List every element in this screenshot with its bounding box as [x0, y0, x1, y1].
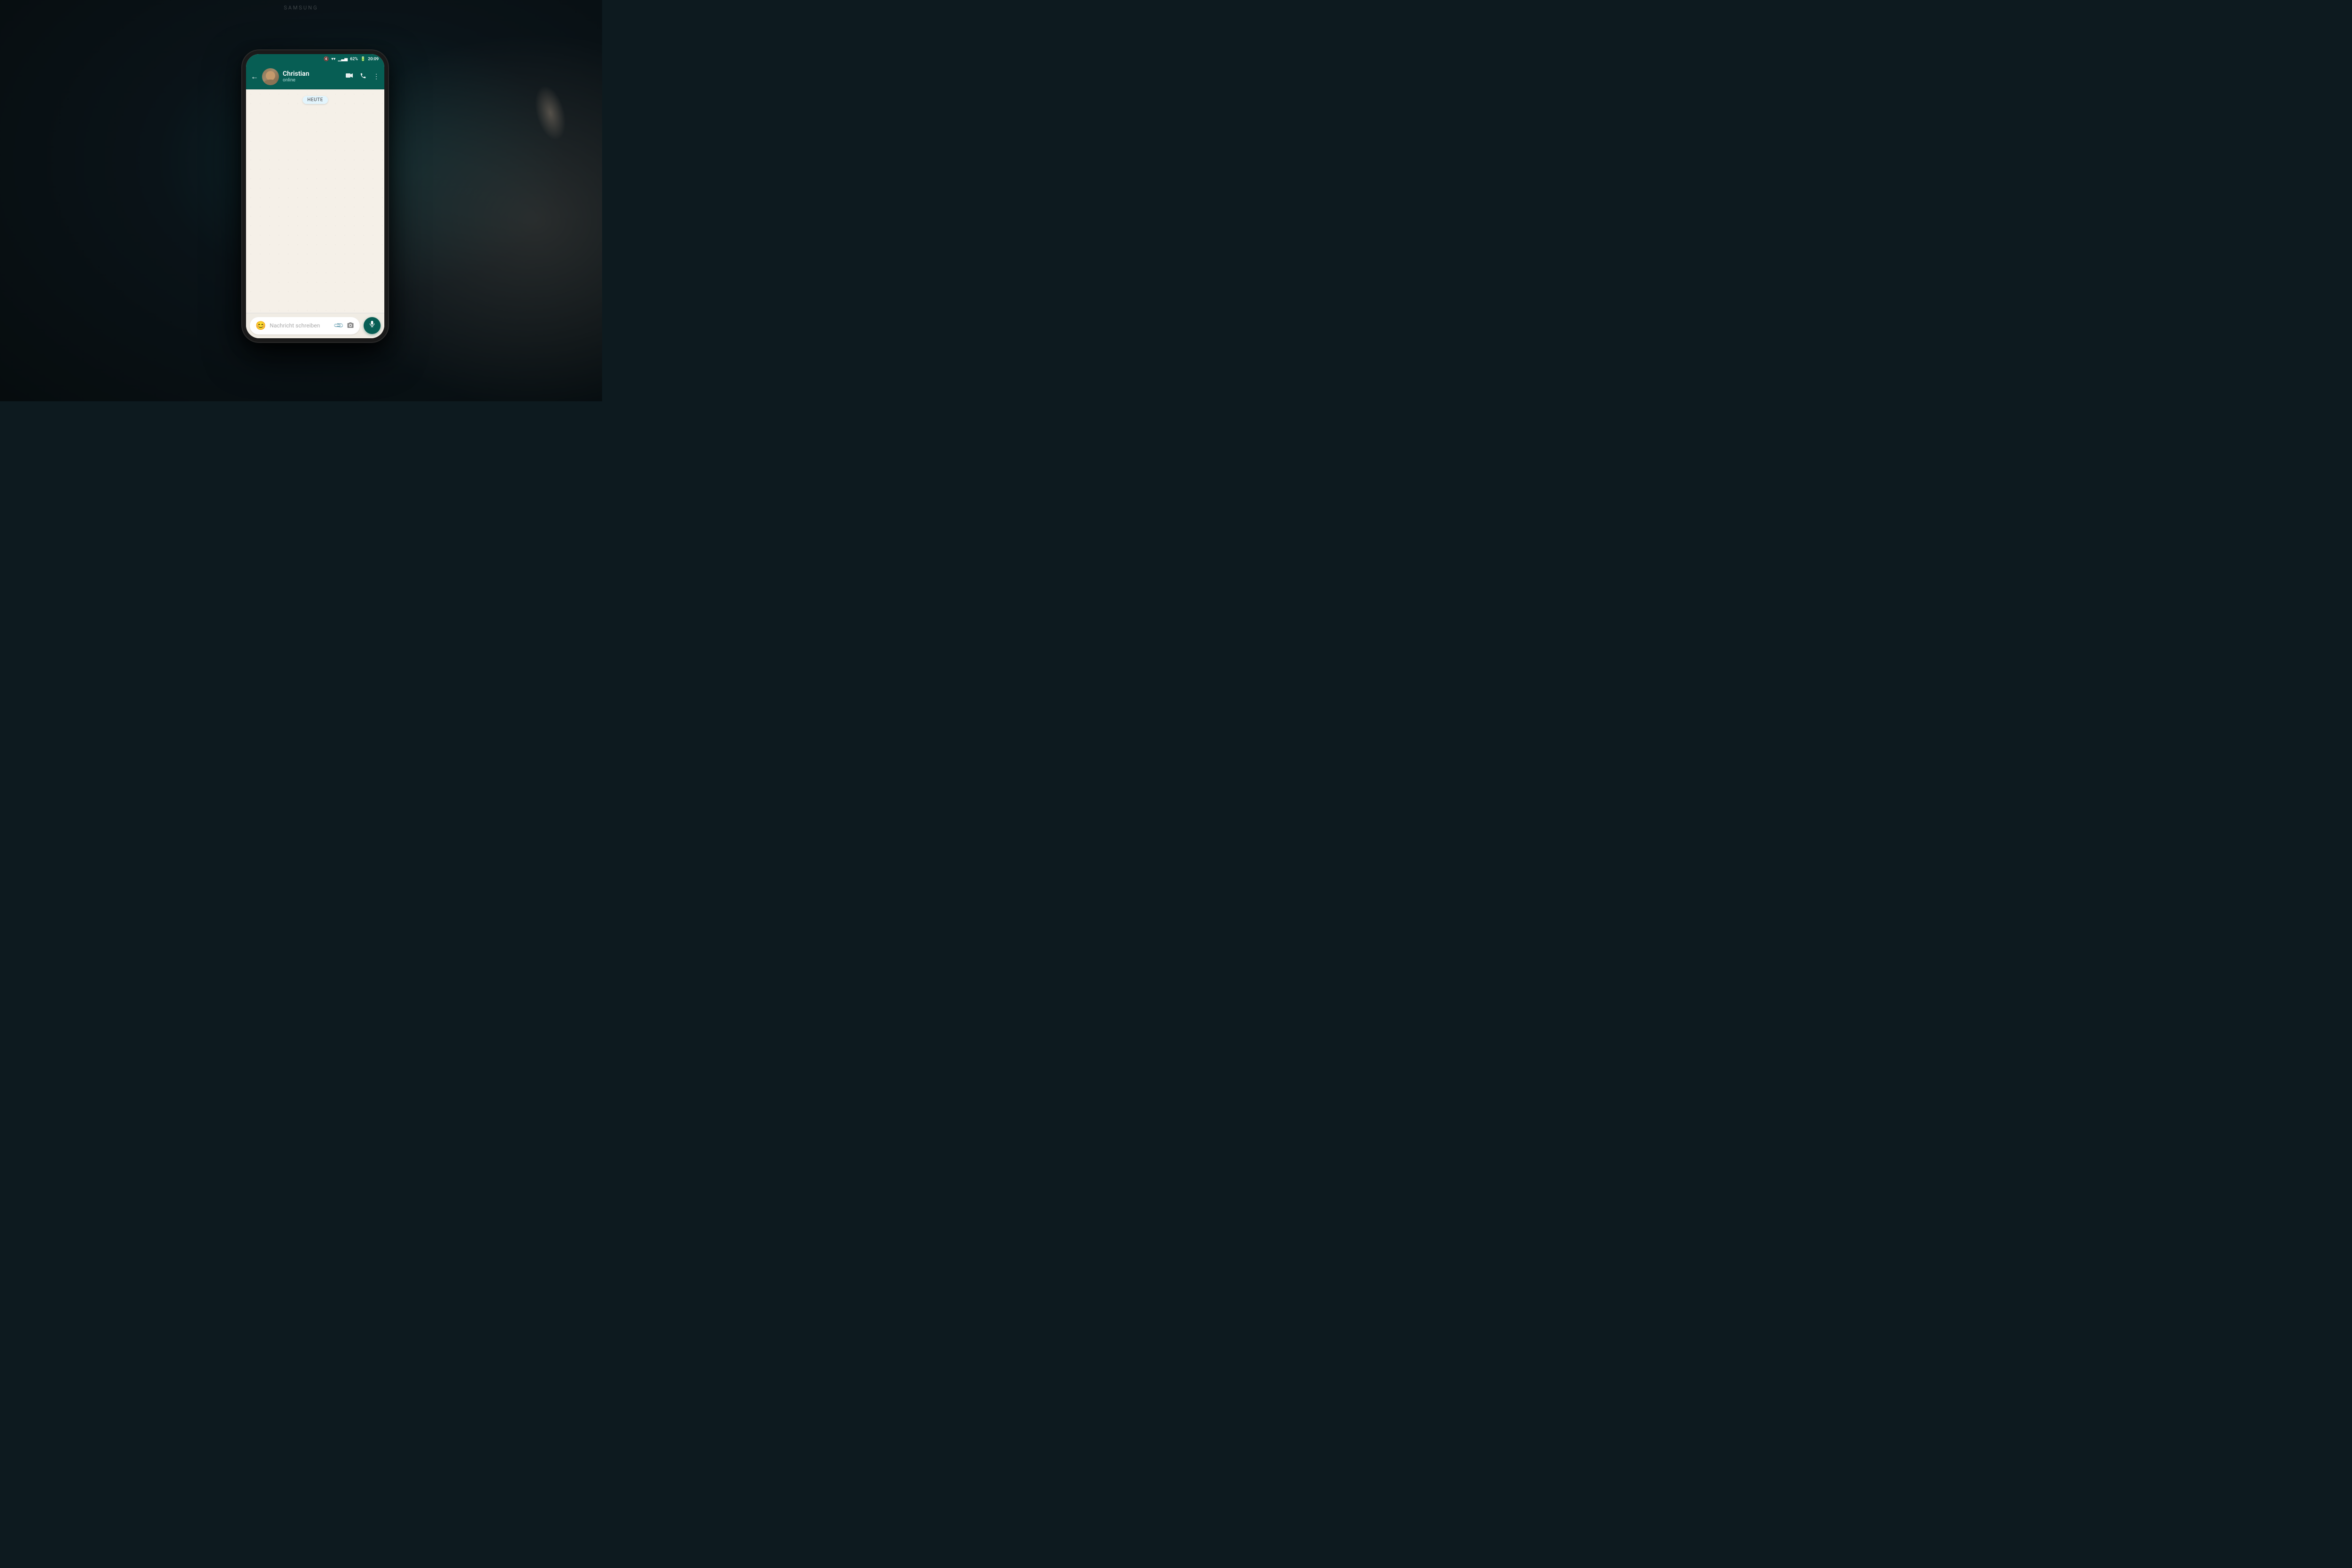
- mic-icon: [369, 320, 375, 331]
- contact-name: Christian: [283, 70, 342, 78]
- message-input-area[interactable]: 😊 Nachricht schreiben 📎: [250, 317, 360, 334]
- status-bar: 🔇 ▾▾ ▁▃▅ 62% 🔋 20:09: [246, 54, 384, 64]
- status-bar-content: 🔇 ▾▾ ▁▃▅ 62% 🔋 20:09: [324, 57, 379, 62]
- battery-level: 62%: [350, 57, 358, 62]
- avatar-face: [266, 71, 275, 80]
- phone-screen: 🔇 ▾▾ ▁▃▅ 62% 🔋 20:09 ← Christian online: [246, 54, 384, 338]
- video-call-icon[interactable]: [346, 73, 353, 80]
- battery-icon: 🔋: [360, 57, 366, 62]
- phone-call-icon[interactable]: [360, 72, 366, 81]
- avatar[interactable]: [262, 68, 279, 85]
- more-options-icon[interactable]: ⋮: [373, 73, 380, 80]
- mute-icon: 🔇: [324, 57, 329, 62]
- message-placeholder: Nachricht schreiben: [270, 322, 331, 329]
- mic-button[interactable]: [364, 317, 381, 334]
- date-badge: HEUTE: [302, 96, 328, 104]
- avatar-body: [264, 80, 277, 85]
- back-button[interactable]: ←: [251, 73, 258, 80]
- chat-body: HEUTE: [246, 89, 384, 313]
- phone-device: 🔇 ▾▾ ▁▃▅ 62% 🔋 20:09 ← Christian online: [242, 50, 388, 342]
- contact-info: Christian online: [283, 70, 342, 83]
- time-display: 20:09: [368, 57, 379, 62]
- contact-status: online: [283, 78, 342, 83]
- attach-icon[interactable]: 📎: [333, 320, 344, 331]
- input-bar: 😊 Nachricht schreiben 📎: [246, 313, 384, 338]
- signal-icon: ▁▃▅: [338, 57, 348, 62]
- header-actions: ⋮: [346, 72, 380, 81]
- emoji-picker-icon[interactable]: 😊: [255, 321, 266, 331]
- chat-header: ← Christian online: [246, 64, 384, 89]
- camera-icon[interactable]: [347, 322, 354, 330]
- wifi-icon: ▾▾: [331, 57, 335, 62]
